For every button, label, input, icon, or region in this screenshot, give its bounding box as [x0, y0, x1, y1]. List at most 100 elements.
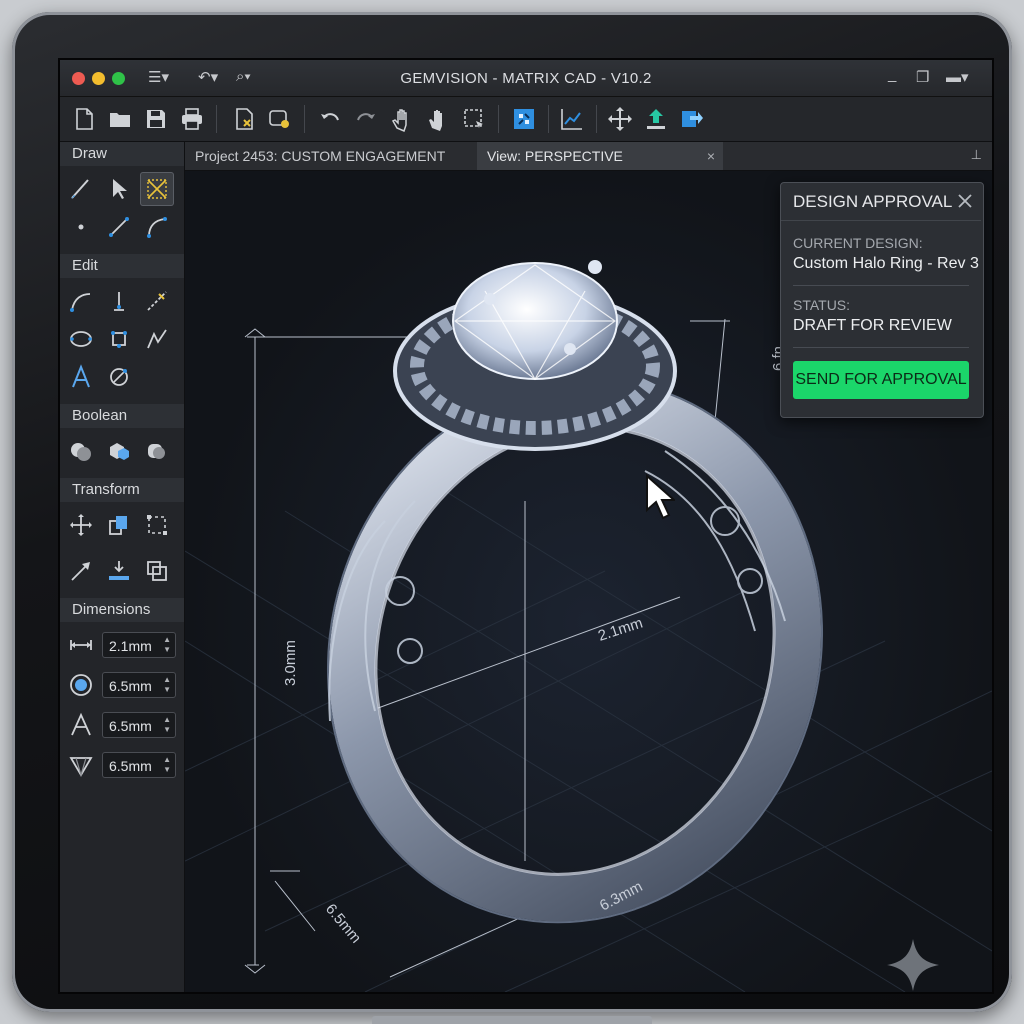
gem-icon	[70, 674, 92, 696]
current-design-label: CURRENT DESIGN:	[793, 235, 923, 251]
text-tool[interactable]	[64, 360, 98, 394]
toolbar-separator	[548, 105, 549, 133]
arc-icon	[147, 217, 167, 238]
curve-edit-tool[interactable]	[64, 284, 98, 318]
trim-tool[interactable]	[140, 284, 174, 318]
stepper-arrows-icon[interactable]: ▲ ▼	[163, 675, 171, 695]
move-button[interactable]	[604, 103, 636, 135]
transform-scale-tool[interactable]	[64, 554, 98, 588]
section-boolean: Boolean	[60, 404, 184, 428]
close-file-button[interactable]	[228, 103, 260, 135]
dimension-row-gem: 6.5mm ▲ ▼	[66, 670, 178, 700]
select-region-button[interactable]	[458, 103, 490, 135]
status-value: DRAFT FOR REVIEW	[793, 317, 952, 334]
line-icon	[109, 217, 129, 237]
transform-bounds-tool[interactable]	[140, 508, 174, 542]
toolbar-separator	[216, 105, 217, 133]
stepper-arrows-icon[interactable]: ▲ ▼	[163, 715, 171, 735]
node-icon	[111, 331, 127, 348]
export-button[interactable]	[640, 103, 672, 135]
stepper-arrows-icon[interactable]: ▲ ▼	[163, 635, 171, 655]
divider	[793, 285, 969, 286]
grab-button[interactable]	[422, 103, 454, 135]
close-file-icon	[236, 108, 253, 130]
transform-copy-tool[interactable]	[102, 508, 136, 542]
pin-icon[interactable]: ⊥	[971, 147, 982, 163]
bounding-box-icon	[147, 515, 167, 535]
snap-button[interactable]	[508, 103, 540, 135]
prong-height-stepper[interactable]: 6.5mm ▲ ▼	[102, 712, 176, 738]
width-stepper[interactable]: 2.1mm ▲ ▼	[102, 632, 176, 658]
width-icon	[70, 640, 92, 650]
point-icon	[78, 224, 84, 230]
rotate-edit-tool[interactable]	[102, 360, 136, 394]
ellipse-tool[interactable]	[64, 322, 98, 356]
dim-depth-label: 6.5mm	[322, 901, 364, 947]
minimize-icon[interactable]: _	[888, 66, 896, 83]
share-button[interactable]	[676, 103, 708, 135]
arc-tool[interactable]	[140, 210, 174, 244]
dimension-row-pavilion: 6.5mm ▲ ▼	[66, 750, 178, 780]
restore-icon[interactable]: ❐	[916, 68, 929, 86]
tab-view-perspective[interactable]: View: PERSPECTIVE (RENDERED) ×	[477, 142, 723, 192]
document-tabs: Project 2453: CUSTOM ENGAGEMENT RING Vie…	[185, 142, 992, 192]
new-file-icon	[76, 108, 93, 130]
select-tool[interactable]	[102, 172, 136, 206]
print-icon	[182, 108, 202, 130]
tool-palette: Draw Edit Boolean Transform Dimensions 2…	[60, 142, 185, 992]
undo-button[interactable]	[314, 103, 346, 135]
close-icon[interactable]	[957, 193, 973, 209]
window-title: GEMVISION - MATRIX CAD - V10.2	[400, 70, 652, 87]
redo-button[interactable]	[350, 103, 382, 135]
transform-move-tool[interactable]	[64, 508, 98, 542]
polyline-tool[interactable]	[140, 322, 174, 356]
stepper-arrows-icon[interactable]: ▲ ▼	[163, 755, 171, 775]
send-for-approval-button[interactable]: SEND FOR APPROVAL	[793, 361, 969, 399]
array-icon	[147, 561, 167, 581]
print-button[interactable]	[176, 103, 208, 135]
hand-icon	[391, 109, 407, 132]
line-tool[interactable]	[102, 210, 136, 244]
flow-surface-icon	[109, 561, 129, 580]
pavilion-depth-stepper[interactable]: 6.5mm ▲ ▼	[102, 752, 176, 778]
status-label: STATUS:	[793, 297, 851, 313]
boolean-union-tool[interactable]	[64, 434, 98, 468]
dimension-row-width: 2.1mm ▲ ▼	[66, 630, 178, 660]
analyze-button[interactable]	[556, 103, 588, 135]
node-edit-tool[interactable]	[102, 322, 136, 356]
copy-icon	[109, 516, 127, 535]
transform-flow-tool[interactable]	[102, 554, 136, 588]
transform-array-tool[interactable]	[140, 554, 174, 588]
toolbar-separator	[498, 105, 499, 133]
brush-tool[interactable]	[64, 172, 98, 206]
chart-line-icon	[561, 109, 582, 130]
tab-project[interactable]: Project 2453: CUSTOM ENGAGEMENT RING	[185, 142, 477, 192]
boolean-subtract-tool[interactable]	[102, 434, 136, 468]
close-tab-icon[interactable]: ×	[707, 142, 715, 170]
app-window: ☰▾ ↶▾ ⌕▾ GEMVISION - MATRIX CAD - V10.2 …	[58, 58, 994, 994]
marquee-icon	[464, 109, 483, 128]
scale-arrow-icon	[71, 562, 90, 581]
monitor-bezel: ☰▾ ↶▾ ⌕▾ GEMVISION - MATRIX CAD - V10.2 …	[12, 12, 1012, 1012]
redo-icon	[357, 113, 375, 121]
intersect-icon	[148, 444, 165, 459]
record-button[interactable]	[264, 103, 296, 135]
new-file-button[interactable]	[68, 103, 100, 135]
gem-size-stepper[interactable]: 6.5mm ▲ ▼	[102, 672, 176, 698]
save-button[interactable]	[140, 103, 172, 135]
union-icon	[71, 443, 91, 461]
section-transform: Transform	[60, 478, 184, 502]
width-value: 2.1mm	[109, 638, 152, 654]
box-select-tool[interactable]	[140, 172, 174, 206]
grab-hand-icon	[429, 110, 442, 131]
move-arrows-icon	[608, 107, 632, 131]
open-file-button[interactable]	[104, 103, 136, 135]
section-edit: Edit	[60, 254, 184, 278]
insert-point-tool[interactable]	[102, 284, 136, 318]
layout-dropdown-icon[interactable]: ▬▾	[946, 68, 969, 86]
pan-button[interactable]	[386, 103, 418, 135]
current-design-value: Custom Halo Ring - Rev 3	[793, 255, 979, 272]
boolean-intersect-tool[interactable]	[140, 434, 174, 468]
main-toolbar	[60, 97, 992, 142]
point-tool[interactable]	[64, 210, 98, 244]
